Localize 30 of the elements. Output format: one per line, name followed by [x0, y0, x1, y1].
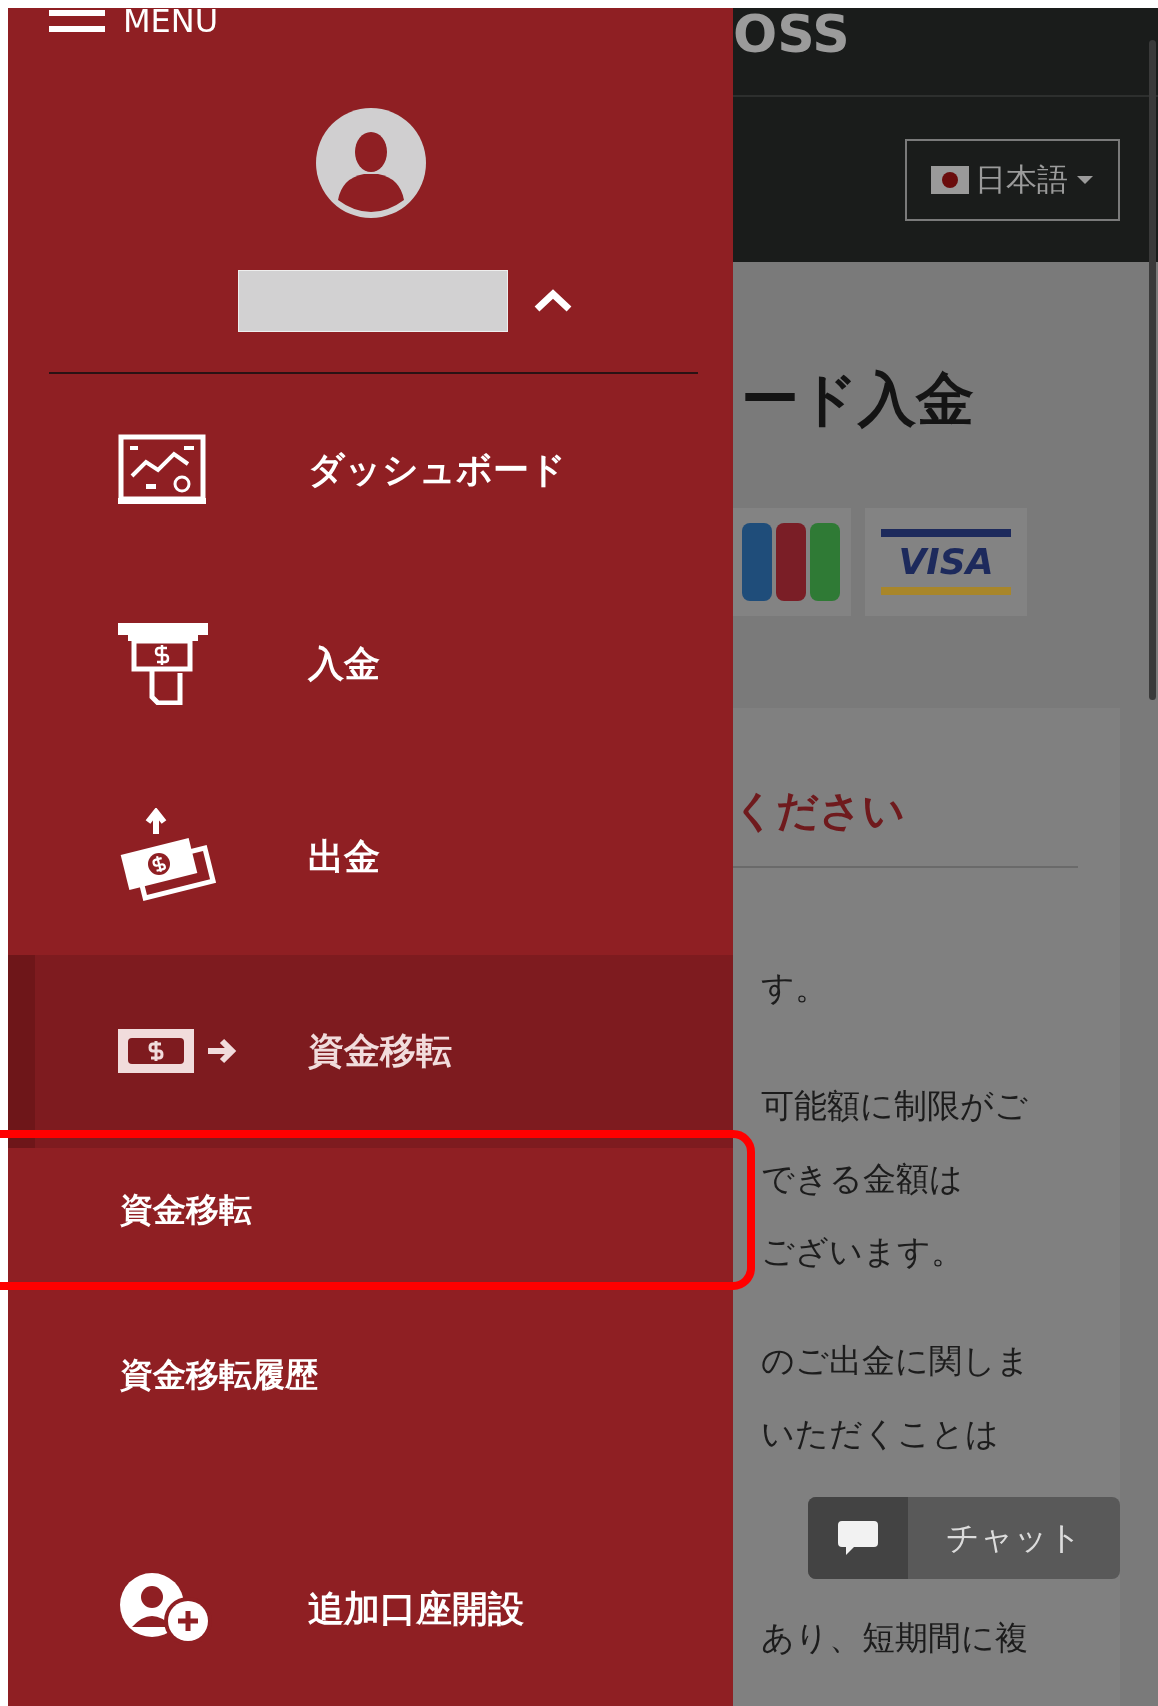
menu-icon[interactable] [49, 7, 105, 34]
chart-board-icon [118, 434, 206, 507]
menu-item[interactable]: 入金 [8, 567, 733, 761]
notice-text: できる金額は [761, 1158, 964, 1201]
notice-text: 可能額に制限がご [761, 1085, 1029, 1128]
chevron-icon[interactable] [533, 288, 573, 313]
card-logo-icon [742, 523, 842, 601]
language-select[interactable]: 日本語 [905, 138, 1120, 221]
notice-text: いただくことは [761, 1413, 1000, 1456]
logo: OSS [733, 8, 851, 60]
notice-text: あり、短期間に複 [761, 1617, 1029, 1660]
notice-heading: ください [733, 786, 906, 837]
flag-icon [931, 165, 969, 194]
menu-item[interactable]: 追加口座開設 [8, 1512, 733, 1706]
chat-icon [836, 1519, 880, 1557]
notice-text: す。 [761, 967, 829, 1010]
submenu-item[interactable]: 資金移転履歴 [8, 1312, 733, 1438]
menu-item[interactable]: 出金 [8, 760, 733, 955]
page-title: ード入金 [741, 370, 975, 428]
submenu-item[interactable]: 資金移転 [8, 1148, 733, 1273]
money-transfer-icon [118, 1027, 238, 1076]
card-logo: VISA [881, 529, 1011, 595]
menu-item[interactable]: 資金移転 [8, 954, 733, 1149]
notice-text: のご出金に関しま [761, 1340, 1031, 1383]
avatar-icon [315, 107, 426, 218]
cash-slot-icon [118, 623, 208, 706]
notice-text: ございます。 [761, 1231, 965, 1274]
chat-button[interactable]: チャット [808, 1497, 1120, 1579]
menu-item[interactable]: ダッシュボード [8, 373, 733, 568]
menu-label: MENU [123, 4, 219, 37]
